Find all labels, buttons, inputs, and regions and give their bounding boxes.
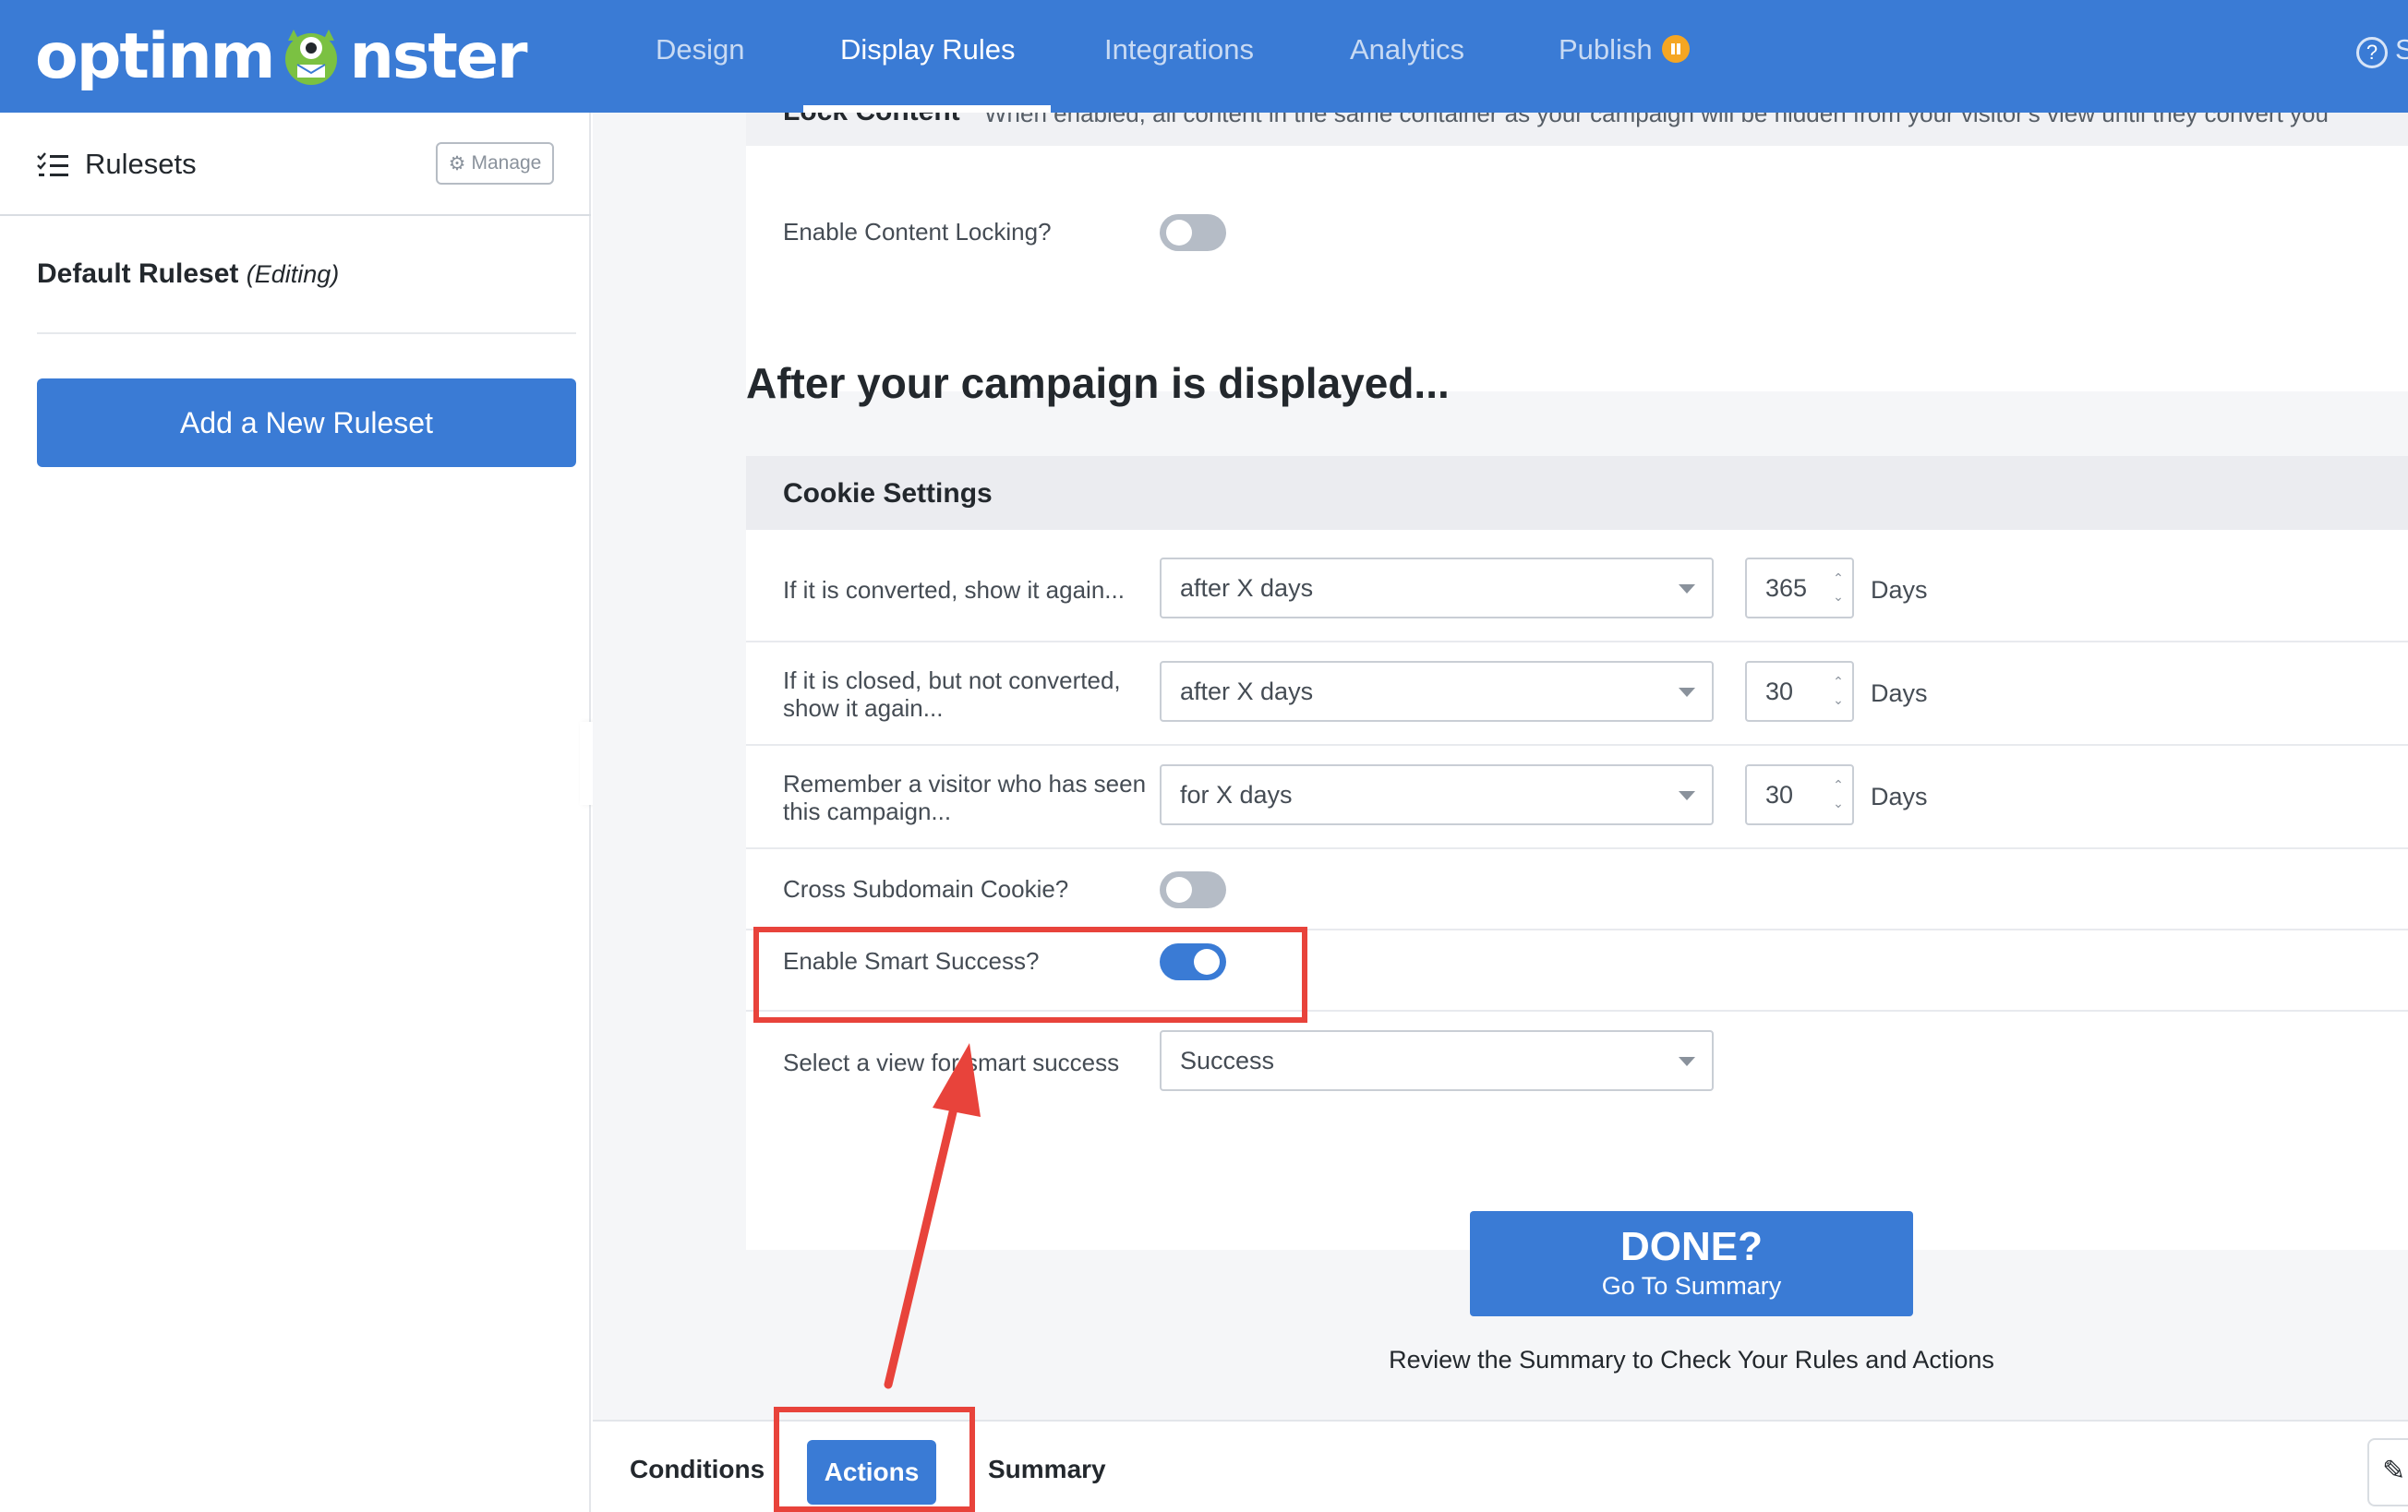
annotation-arrow-icon [884, 1043, 981, 1389]
